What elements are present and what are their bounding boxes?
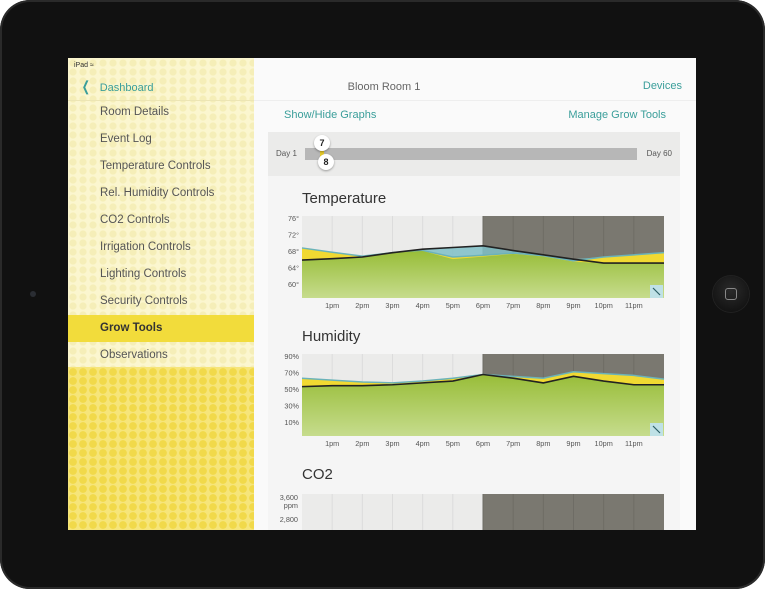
back-to-dashboard-button[interactable]: ❮ Dashboard	[80, 78, 154, 95]
x-tick-label: 4pm	[416, 439, 430, 448]
home-button[interactable]	[713, 276, 749, 312]
navigation-bar: Bloom Room 1 Devices	[254, 74, 696, 101]
x-tick-label: 10pm	[595, 301, 613, 310]
x-tick-label: 7pm	[506, 439, 520, 448]
slider-max-label: Day 60	[646, 149, 672, 158]
slider-min-label: Day 1	[276, 149, 297, 158]
x-tick-label: 4pm	[416, 301, 430, 310]
y-tick-label: ppm	[284, 501, 298, 510]
humidity-chart: 90% 70% 50% 30% 10% 1pm 2pm 3pm 4pm 5pm 6pm 7pm 8pm 9…	[284, 352, 665, 448]
x-tick-label: 9pm	[566, 301, 580, 310]
co2-chart-title: CO2	[302, 466, 333, 483]
main-content: Bloom Room 1 Devices Show/Hide Graphs Ma…	[254, 58, 696, 530]
slider-end-handle[interactable]: 8	[318, 154, 334, 170]
humidity-chart-title: Humidity	[302, 328, 361, 345]
screen: ❮ Dashboard Room Details Event Log Temperat…	[68, 58, 696, 530]
x-tick-label: 11pm	[625, 439, 643, 448]
sidebar-item-observations[interactable]: Observations	[68, 342, 254, 369]
page-title: Bloom Room 1	[347, 81, 421, 93]
sidebar-item-grow-tools[interactable]: Grow Tools	[68, 315, 254, 342]
y-tick-label: 30%	[284, 402, 299, 411]
y-tick-label: 90%	[284, 352, 299, 361]
home-square-icon	[725, 288, 737, 300]
x-tick-label: 8pm	[536, 439, 550, 448]
expand-chart-icon[interactable]	[650, 285, 663, 298]
x-tick-label: 5pm	[446, 439, 460, 448]
graphs-panel: Day 1 7 8 Day 60 Temperature 76° 72° 68° 64…	[268, 132, 680, 530]
x-tick-label: 1pm	[325, 439, 339, 448]
ipad-frame: ❮ Dashboard Room Details Event Log Temperat…	[0, 0, 765, 589]
x-tick-label: 7pm	[506, 301, 520, 310]
manage-grow-tools-button[interactable]: Manage Grow Tools	[568, 109, 666, 121]
sidebar-item-security-controls[interactable]: Security Controls	[68, 288, 254, 315]
x-tick-label: 8pm	[536, 301, 550, 310]
honeycomb-pattern	[68, 367, 254, 530]
y-tick-label: 2,800	[280, 515, 298, 524]
expand-chart-icon[interactable]	[650, 423, 663, 436]
sidebar-item-temperature-controls[interactable]: Temperature Controls	[68, 153, 254, 180]
x-tick-label: 9pm	[566, 439, 580, 448]
y-tick-label: 10%	[284, 418, 299, 427]
x-tick-label: 3pm	[385, 439, 399, 448]
slider-track[interactable]	[305, 148, 637, 160]
sidebar-item-lighting-controls[interactable]: Lighting Controls	[68, 261, 254, 288]
sidebar-item-room-details[interactable]: Room Details	[68, 99, 254, 126]
y-tick-label: 64°	[288, 264, 299, 273]
temperature-chart-title: Temperature	[302, 190, 387, 207]
x-tick-label: 3pm	[385, 301, 399, 310]
slider-start-handle[interactable]: 7	[314, 135, 330, 151]
x-tick-label: 11pm	[625, 301, 643, 310]
x-tick-label: 6pm	[476, 439, 490, 448]
temperature-chart: 76° 72° 68° 64° 60° 1pm 2pm 3pm 4pm 5pm 6pm 7pm 8pm 9…	[288, 214, 665, 310]
x-tick-label: 1pm	[325, 301, 339, 310]
day-range-slider[interactable]: Day 1 7 8 Day 60	[268, 132, 680, 176]
x-tick-label: 2pm	[355, 301, 369, 310]
camera-icon	[30, 291, 36, 297]
x-tick-label: 6pm	[476, 301, 490, 310]
sidebar: ❮ Dashboard Room Details Event Log Temperat…	[68, 58, 254, 530]
sidebar-item-irrigation-controls[interactable]: Irrigation Controls	[68, 234, 254, 261]
devices-button[interactable]: Devices	[643, 80, 682, 92]
co2-chart: 3,600ppm2,800	[280, 493, 664, 530]
sidebar-item-event-log[interactable]: Event Log	[68, 126, 254, 153]
sidebar-item-rel-humidity-controls[interactable]: Rel. Humidity Controls	[68, 180, 254, 207]
chevron-left-icon: ❮	[81, 78, 90, 94]
x-tick-label: 10pm	[595, 439, 613, 448]
y-tick-label: 68°	[288, 247, 299, 256]
action-bar: Show/Hide Graphs Manage Grow Tools	[254, 104, 696, 126]
y-tick-label: 76°	[288, 214, 299, 223]
y-tick-label: 60°	[288, 280, 299, 289]
y-tick-label: 50%	[284, 385, 299, 394]
y-tick-label: 72°	[288, 231, 299, 240]
x-tick-label: 5pm	[446, 301, 460, 310]
show-hide-graphs-button[interactable]: Show/Hide Graphs	[284, 109, 376, 121]
y-tick-label: 70%	[284, 369, 299, 378]
x-tick-label: 2pm	[355, 439, 369, 448]
back-label: Dashboard	[99, 82, 154, 94]
sidebar-item-co2-controls[interactable]: CO2 Controls	[68, 207, 254, 234]
